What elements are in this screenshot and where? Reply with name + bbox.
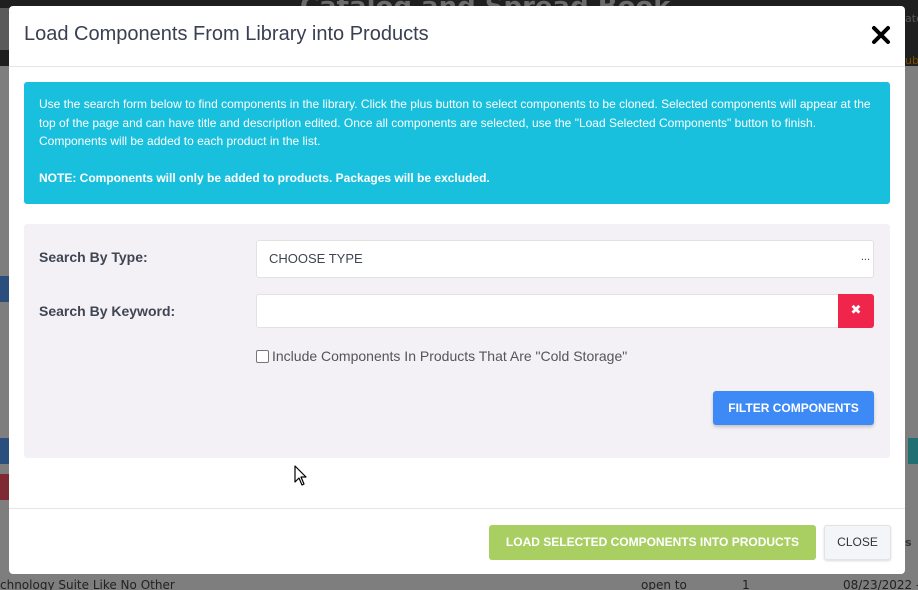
- background-right-label: ate: [905, 12, 918, 25]
- search-type-value: CHOOSE TYPE: [269, 251, 363, 266]
- search-type-select[interactable]: CHOOSE TYPE ...: [256, 240, 874, 278]
- clear-keyword-button[interactable]: ✖: [838, 294, 874, 328]
- background-row-status: open to: [641, 578, 687, 590]
- load-components-modal: Load Components From Library into Produc…: [9, 6, 905, 574]
- info-note: NOTE: Components will only be added to p…: [39, 170, 490, 185]
- search-keyword-label: Search By Keyword:: [39, 303, 176, 319]
- modal-footer: LOAD SELECTED COMPONENTS INTO PRODUCTS C…: [9, 508, 905, 574]
- close-x-icon[interactable]: [870, 24, 892, 46]
- select-ellipsis-icon: ...: [860, 251, 870, 263]
- cold-storage-option[interactable]: Include Components In Products That Are …: [256, 348, 627, 364]
- background-row-title: chnology Suite Like No Other: [0, 578, 175, 590]
- background-right-label-2: ub: [905, 54, 918, 67]
- cold-storage-label[interactable]: Include Components In Products That Are …: [272, 348, 627, 364]
- background-row-date: 08/23/2022 -: [843, 578, 918, 590]
- modal-header: Load Components From Library into Produc…: [9, 6, 905, 67]
- background-table-header: s: [905, 536, 912, 549]
- filter-components-button[interactable]: FILTER COMPONENTS: [713, 391, 874, 425]
- mouse-cursor-icon: [294, 465, 308, 487]
- modal-title: Load Components From Library into Produc…: [24, 23, 429, 45]
- clear-x-icon: ✖: [850, 303, 862, 318]
- search-type-label: Search By Type:: [39, 249, 148, 265]
- background-row-count: 1: [742, 578, 750, 590]
- search-keyword-input[interactable]: [256, 294, 838, 328]
- load-selected-components-button[interactable]: LOAD SELECTED COMPONENTS INTO PRODUCTS: [489, 525, 816, 560]
- info-alert: Use the search form below to find compon…: [24, 82, 890, 204]
- info-text: Use the search form below to find compon…: [39, 97, 871, 148]
- close-button[interactable]: CLOSE: [824, 525, 891, 560]
- cold-storage-checkbox[interactable]: [256, 349, 269, 363]
- background-button: [908, 438, 918, 464]
- search-panel: Search By Type: CHOOSE TYPE ... Search B…: [24, 224, 890, 458]
